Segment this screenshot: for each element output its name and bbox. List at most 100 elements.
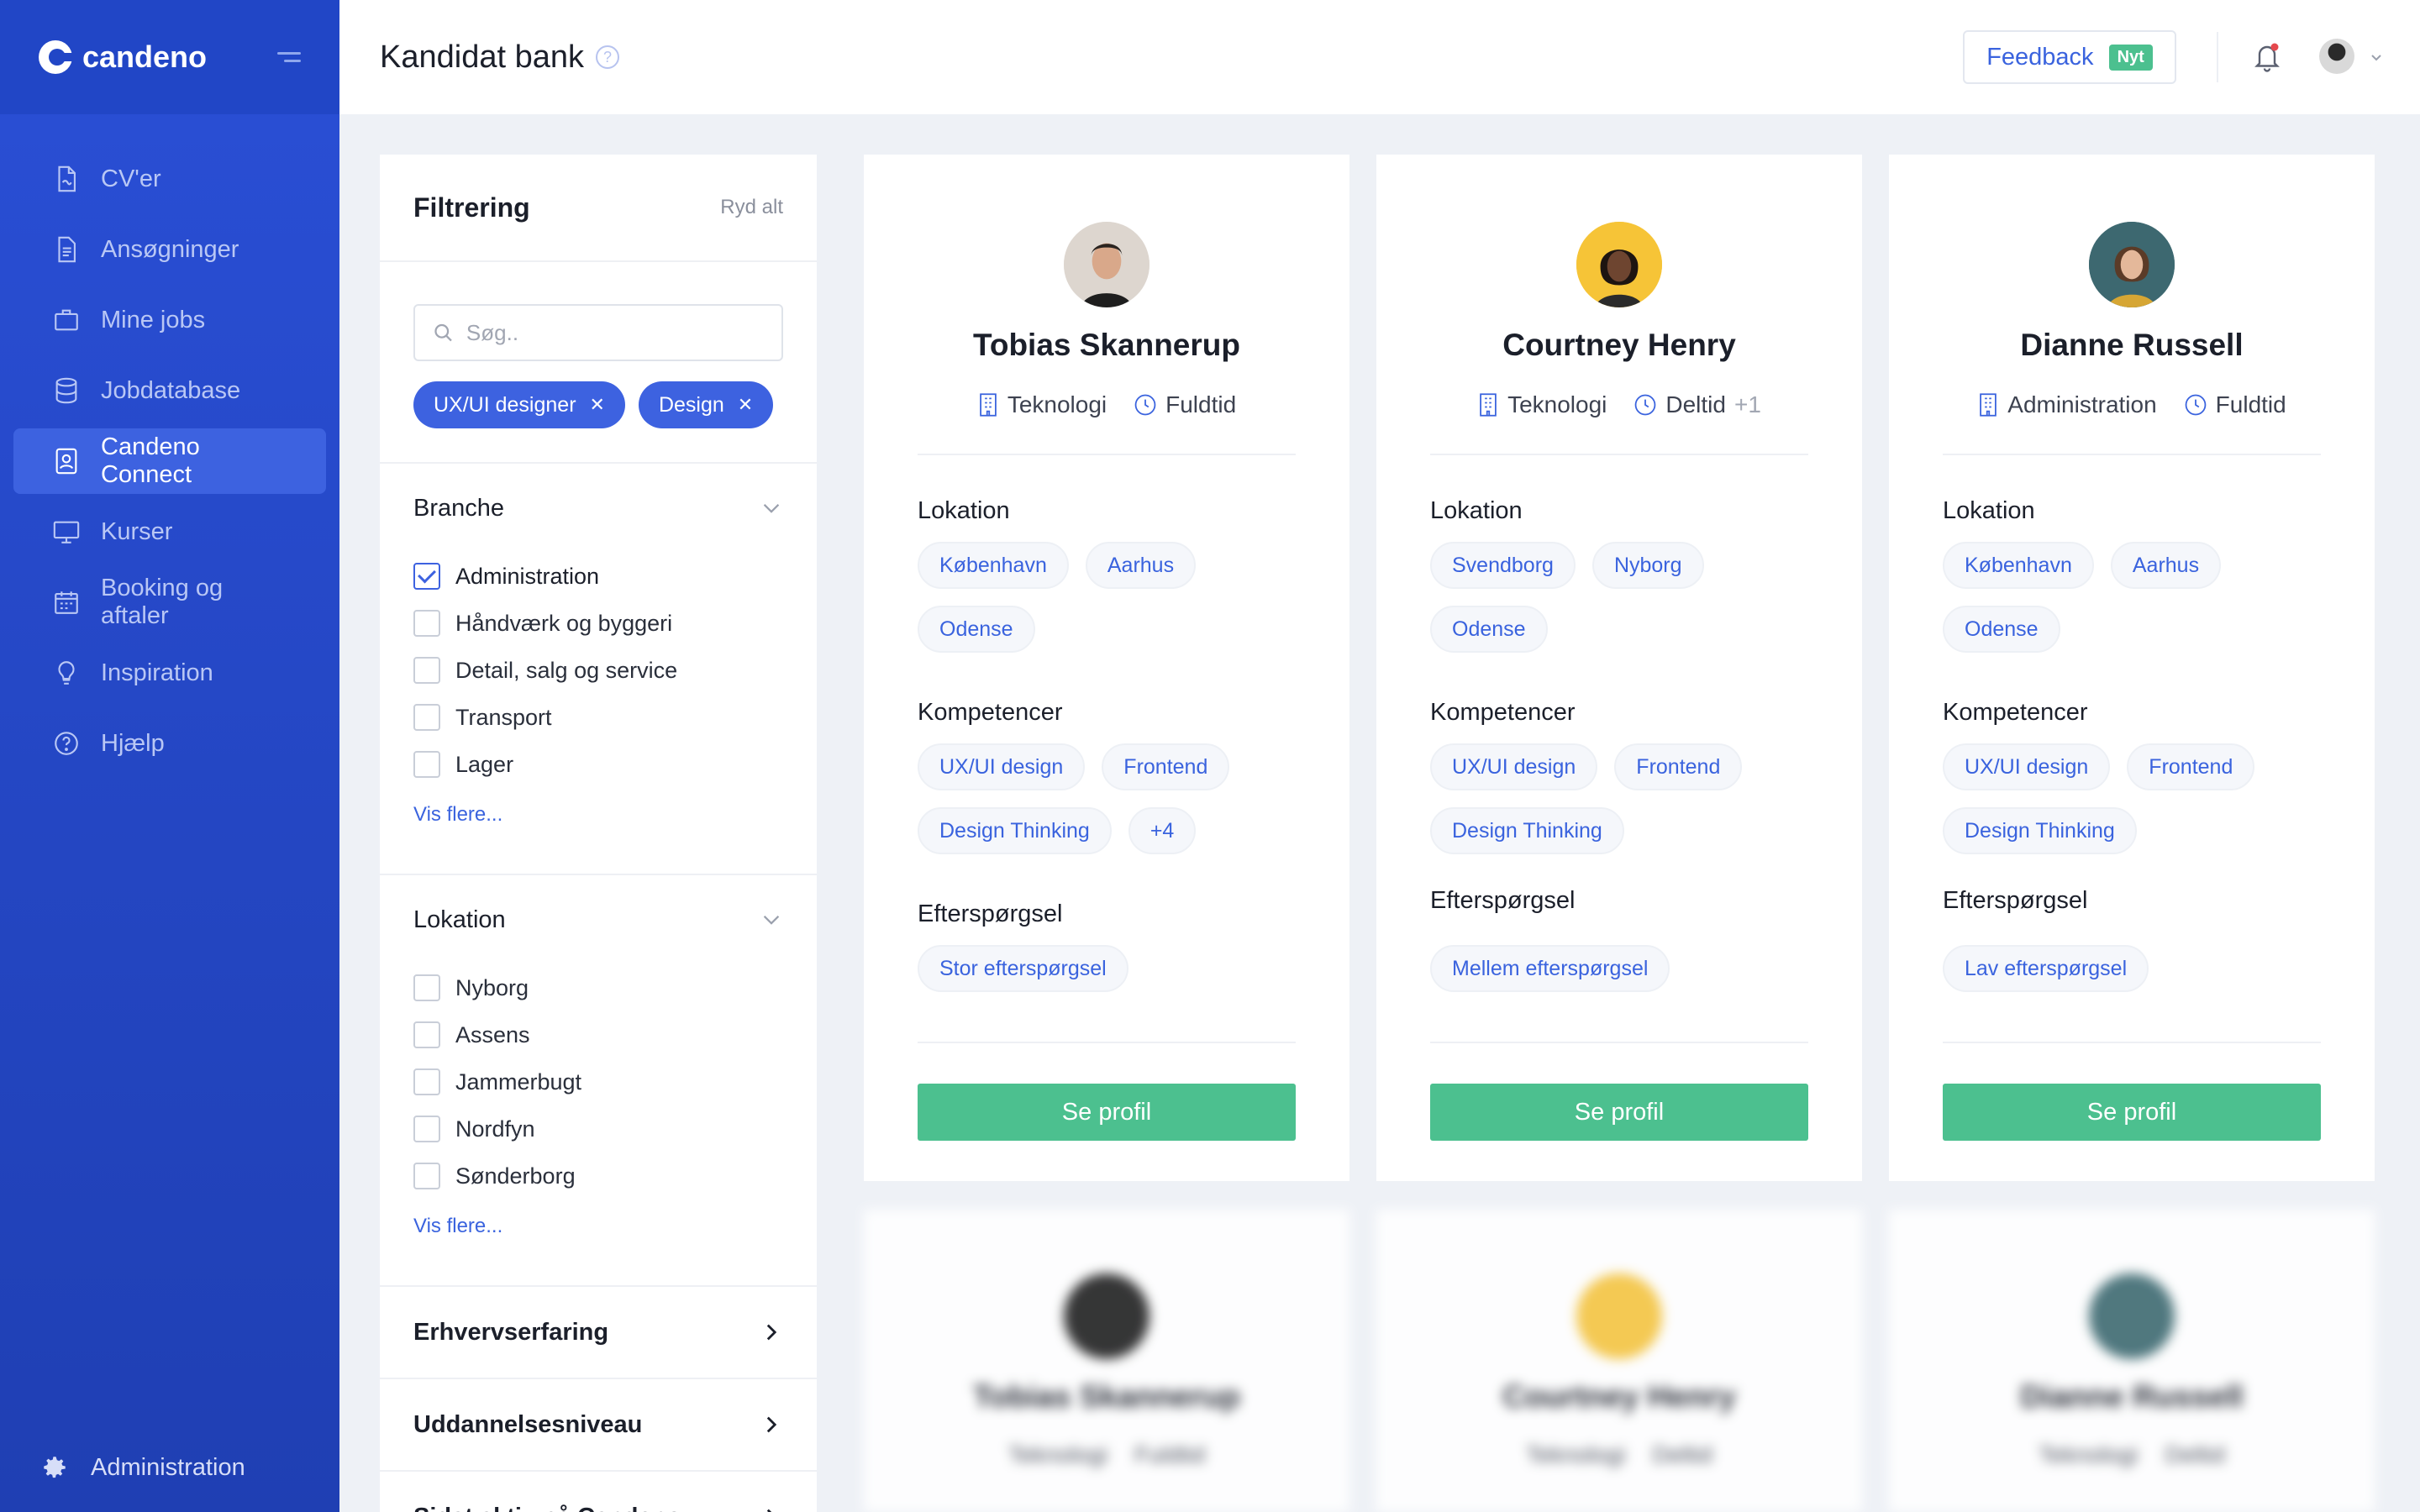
sidebar-item-jobdatabase[interactable]: Jobdatabase: [13, 358, 326, 423]
lokation-header[interactable]: Lokation: [413, 875, 783, 964]
filter-title: Filtrering: [413, 192, 530, 223]
checkbox-row[interactable]: Nordfyn: [413, 1105, 783, 1152]
skill-tag[interactable]: Design Thinking: [918, 807, 1112, 854]
sidebar-item-hjaelp[interactable]: Hjælp: [13, 711, 326, 776]
hours-label: Deltid: [1652, 1441, 1712, 1467]
location-tag[interactable]: Svendborg: [1430, 542, 1576, 589]
checkbox[interactable]: [413, 1068, 440, 1095]
show-more-link[interactable]: Vis flere...: [413, 803, 783, 827]
checkbox[interactable]: [413, 1163, 440, 1189]
location-tag[interactable]: København: [1943, 542, 2094, 589]
checkbox[interactable]: [413, 974, 440, 1001]
user-avatar[interactable]: [2319, 39, 2354, 74]
erhvervserfaring-section[interactable]: Erhvervserfaring: [380, 1285, 817, 1378]
close-icon[interactable]: ✕: [590, 394, 605, 416]
section-header[interactable]: Erhvervserfaring: [413, 1287, 783, 1378]
skill-tag[interactable]: UX/UI design: [1943, 743, 2111, 790]
collapse-sidebar-icon[interactable]: [277, 50, 301, 64]
checkbox[interactable]: [413, 610, 440, 637]
checkbox[interactable]: [413, 704, 440, 731]
person-photo-icon: [1576, 222, 1662, 307]
see-profile-button[interactable]: Se profil: [918, 1084, 1296, 1141]
checkbox[interactable]: [413, 657, 440, 684]
search-input[interactable]: [466, 319, 765, 346]
checkbox-row[interactable]: Assens: [413, 1011, 783, 1058]
sidebar-item-candeno-connect[interactable]: Candeno Connect: [13, 428, 326, 494]
sidebar-item-label: Booking og aftaler: [101, 575, 224, 629]
sidebar: candeno CV'er Ansøgninger Mine jobs Jobd…: [0, 0, 339, 1512]
see-profile-button[interactable]: Se profil: [1430, 1084, 1808, 1141]
section-header[interactable]: Sidst aktiv på Candeno: [413, 1472, 783, 1512]
uddannelsesniveau-section[interactable]: Uddannelsesniveau: [380, 1378, 817, 1470]
feedback-button[interactable]: Feedback Nyt: [1963, 30, 2176, 84]
location-tag[interactable]: Odense: [1943, 606, 2060, 653]
checkbox-row[interactable]: Jammerbugt: [413, 1058, 783, 1105]
chevron-down-icon[interactable]: [2368, 49, 2385, 66]
skill-tag[interactable]: Design Thinking: [1430, 807, 1624, 854]
location-tag[interactable]: Nyborg: [1591, 542, 1704, 589]
checkbox-row[interactable]: Lager: [413, 741, 783, 788]
location-tags: København Aarhus Odense: [1943, 542, 2321, 653]
checkbox-row[interactable]: Detail, salg og service: [413, 647, 783, 694]
skill-tag[interactable]: Frontend: [1102, 743, 1230, 790]
industry-label: Teknologi: [1507, 391, 1607, 417]
filter-panel: Filtrering Ryd alt UX/UI designer ✕ Desi…: [380, 155, 817, 1512]
section-header[interactable]: Uddannelsesniveau: [413, 1379, 783, 1470]
sidebar-item-booking[interactable]: Booking og aftaler: [13, 570, 326, 635]
bell-icon[interactable]: [2252, 40, 2282, 74]
skill-tag[interactable]: UX/UI design: [918, 743, 1086, 790]
search-field[interactable]: [413, 304, 783, 361]
skill-tags: UX/UI design Frontend Design Thinking: [1430, 743, 1808, 854]
show-more-link[interactable]: Vis flere...: [413, 1215, 783, 1238]
see-profile-button[interactable]: Se profil: [1943, 1084, 2321, 1141]
close-icon[interactable]: ✕: [738, 394, 753, 416]
filter-chip[interactable]: Design ✕: [638, 381, 774, 428]
location-tag[interactable]: Odense: [918, 606, 1035, 653]
help-icon[interactable]: ?: [595, 45, 619, 69]
checkbox[interactable]: [413, 1021, 440, 1048]
location-tag[interactable]: København: [918, 542, 1069, 589]
candidate-card: Courtney Henry Teknologi Deltid +1 Lokat…: [1376, 155, 1862, 1181]
skill-tag[interactable]: Frontend: [2127, 743, 2255, 790]
new-badge: Nyt: [2108, 44, 2153, 71]
skill-tag[interactable]: UX/UI design: [1430, 743, 1598, 790]
checkbox-label: Nyborg: [455, 974, 529, 1000]
section-label: Lokation: [1943, 497, 2035, 524]
brand-name: candeno: [82, 39, 208, 74]
skill-tag[interactable]: Frontend: [1614, 743, 1743, 790]
location-tag[interactable]: Odense: [1430, 606, 1548, 653]
clear-all-link[interactable]: Ryd alt: [720, 196, 783, 219]
sidebar-item-cver[interactable]: CV'er: [13, 146, 326, 212]
logo[interactable]: candeno: [39, 39, 207, 75]
checkbox[interactable]: [413, 563, 440, 590]
checkbox-row[interactable]: Nyborg: [413, 964, 783, 1011]
location-tag[interactable]: Aarhus: [2110, 542, 2222, 589]
branche-header[interactable]: Branche: [413, 464, 783, 553]
checkbox-row[interactable]: Transport: [413, 694, 783, 741]
filter-chip[interactable]: UX/UI designer ✕: [413, 381, 625, 428]
sidebar-item-ansoegninger[interactable]: Ansøgninger: [13, 217, 326, 282]
candidate-card: Tobias Skannerup Teknologi Fuldtid Lokat…: [864, 155, 1349, 1181]
lightbulb-icon: [58, 661, 75, 685]
checkbox-row[interactable]: Håndværk og byggeri: [413, 600, 783, 647]
location-tag[interactable]: Aarhus: [1085, 542, 1197, 589]
checkbox-row[interactable]: Administration: [413, 553, 783, 600]
skill-tag[interactable]: Design Thinking: [1943, 807, 2137, 854]
hours-label: Deltid: [1665, 391, 1726, 417]
sidebar-item-administration[interactable]: Administration: [0, 1453, 339, 1482]
chevron-right-icon: [766, 1416, 777, 1433]
sidebar-item-inspiration[interactable]: Inspiration: [13, 640, 326, 706]
checkbox[interactable]: [413, 751, 440, 778]
more-skills-tag[interactable]: +4: [1128, 807, 1197, 854]
checkbox-row[interactable]: Sønderborg: [413, 1152, 783, 1200]
checkbox-label: Lager: [455, 751, 514, 777]
sidebar-item-mine-jobs[interactable]: Mine jobs: [13, 287, 326, 353]
sidst-aktiv-section[interactable]: Sidst aktiv på Candeno: [380, 1470, 817, 1512]
sidebar-item-kurser[interactable]: Kurser: [13, 499, 326, 564]
sidebar-nav: CV'er Ansøgninger Mine jobs Jobdatabase …: [0, 146, 339, 776]
demand-tags: Stor efterspørgsel: [918, 945, 1296, 992]
hours-label: Fuldtid: [1165, 391, 1237, 417]
chip-label: Design: [658, 392, 724, 417]
checkbox[interactable]: [413, 1116, 440, 1142]
checkbox-label: Administration: [455, 563, 600, 589]
